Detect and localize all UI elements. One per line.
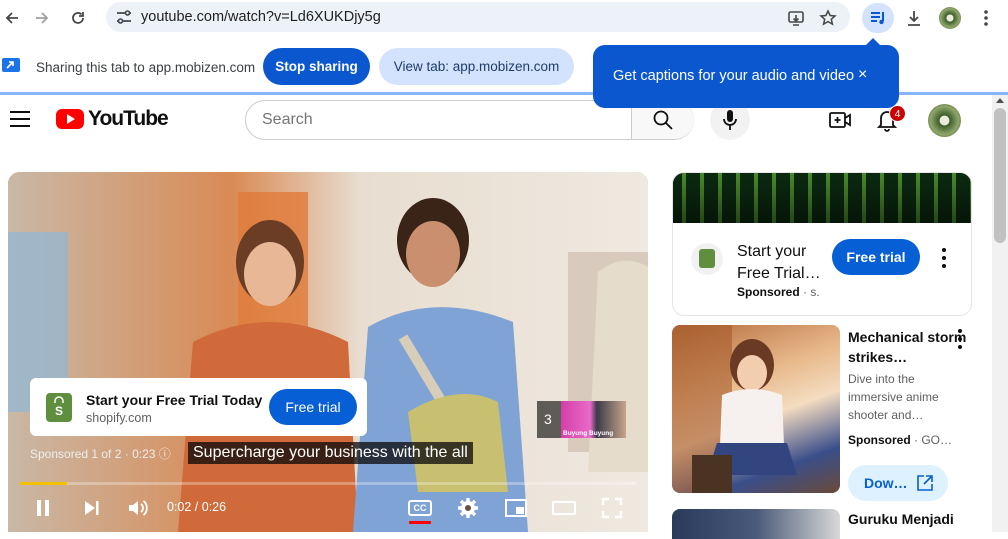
captions-cc-icon[interactable]: CC [406,494,434,524]
download-button[interactable]: Dow… [848,465,948,501]
up-next-count: 3 [544,411,552,427]
settings-gear-icon[interactable] [454,494,482,522]
pause-icon[interactable] [30,494,56,522]
svg-text:S: S [55,404,63,418]
ad-sponsored-text: Sponsored 1 of 2 · 0:23 [30,447,156,461]
up-next-thumbnail: Buyung Buyung [561,401,626,438]
search-input[interactable] [262,111,622,129]
next-video-icon[interactable] [78,494,104,522]
cc-label: CC [408,500,432,516]
more-options-icon[interactable] [941,248,947,268]
anime-thumbnail-image [672,325,797,493]
notification-badge: 4 [889,105,906,122]
video-frame [8,172,648,532]
search-icon [653,110,673,130]
video-player[interactable]: S Start your Free Trial Today shopify.co… [8,172,648,532]
hamburger-menu-icon[interactable] [10,111,30,127]
page-scrollbar[interactable] [992,95,1008,532]
media-control-icon[interactable] [862,3,894,33]
ad-banner-image [673,173,971,223]
sponsored-label: Sponsored [737,285,800,299]
sponsored-label: Sponsored [848,433,911,447]
info-icon[interactable]: ⓘ [159,447,171,461]
bubble-arrow [865,38,881,46]
progress-bar-fill [20,482,68,485]
volume-icon[interactable] [124,494,152,522]
profile-avatar-icon[interactable] [938,6,962,30]
sidebar-free-trial-button[interactable]: Free trial [832,239,920,275]
captions-promo-bubble: Get captions for your audio and video × [593,38,899,108]
cc-active-indicator [409,521,431,524]
stop-sharing-button[interactable]: Stop sharing [263,48,370,85]
captions-promo-text: Get captions for your audio and video [613,68,855,84]
recommended-video-description: Dive into the immersive anime shooter an… [848,372,939,422]
up-next-preview[interactable]: 3 Buyung Buyung [537,401,626,438]
scrollbar-thumb[interactable] [994,108,1006,243]
microphone-icon [723,110,737,130]
up-next-thumbnail-text: Buyung Buyung [563,430,614,437]
scroll-up-icon[interactable] [996,98,1004,103]
address-bar[interactable]: youtube.com/watch?v=Ld6XUKDjy5g [106,2,850,32]
account-avatar[interactable] [928,104,961,137]
site-settings-icon[interactable] [115,8,133,26]
browser-menu-icon[interactable] [974,6,998,30]
download-icon[interactable] [902,6,926,30]
youtube-logo-text[interactable]: YouTube [88,107,169,131]
download-button-label: Dow… [864,475,908,491]
ad-free-trial-button[interactable]: Free trial [269,389,357,425]
youtube-logo-icon[interactable] [56,109,84,129]
sponsored-suffix: · GO… [914,433,953,447]
sidebar-ad-title[interactable]: Start your Free Trial… [737,241,825,285]
view-tab-button[interactable]: View tab: app.mobizen.com [379,48,574,85]
share-screen-icon [2,58,20,72]
address-url[interactable]: youtube.com/watch?v=Ld6XUKDjy5g [141,9,381,25]
ad-sponsored-info: Sponsored 1 of 2 · 0:23 ⓘ [30,445,171,462]
sharing-message: Sharing this tab to app.mobizen.com [36,60,256,75]
video-subtitle: Supercharge your business with the all [188,442,473,464]
install-app-icon[interactable] [784,6,808,30]
browser-toolbar: youtube.com/watch?v=Ld6XUKDjy5g [0,0,1008,36]
video-thumbnail[interactable] [672,325,840,493]
shopify-logo-icon [691,243,723,275]
time-display: 0:02 / 0:26 [167,500,227,514]
close-icon[interactable]: × [858,66,867,84]
sidebar-ad-sponsored: Sponsored · s. [737,285,820,299]
forward-arrow-icon[interactable] [30,6,54,30]
more-options-icon[interactable] [957,329,963,349]
video-thumbnail[interactable] [672,509,840,539]
back-arrow-icon[interactable] [0,6,24,30]
ad-domain: shopify.com [86,411,152,425]
bookmark-star-icon[interactable] [816,6,840,30]
recommended-sponsored: Sponsored · GO… [848,433,952,447]
recommended-video-title[interactable]: Mechanical storm strikes… [848,327,968,367]
external-link-icon [917,475,933,491]
ad-title: Start your Free Trial Today [86,392,263,408]
theater-mode-icon[interactable] [550,494,578,522]
sidebar-ad-card[interactable]: Start your Free Trial… Sponsored · s. Fr… [672,172,972,316]
create-video-icon[interactable] [827,107,853,133]
sponsored-suffix: · s. [803,285,820,299]
ad-overlay-card[interactable]: S Start your Free Trial Today shopify.co… [30,378,367,436]
miniplayer-icon[interactable] [502,494,530,522]
progress-bar[interactable] [20,482,636,485]
recommended-video-title[interactable]: Guruku Menjadi [848,511,954,527]
shopify-bag-icon: S [46,393,72,422]
reload-icon[interactable] [66,6,90,30]
fullscreen-icon[interactable] [598,494,626,522]
